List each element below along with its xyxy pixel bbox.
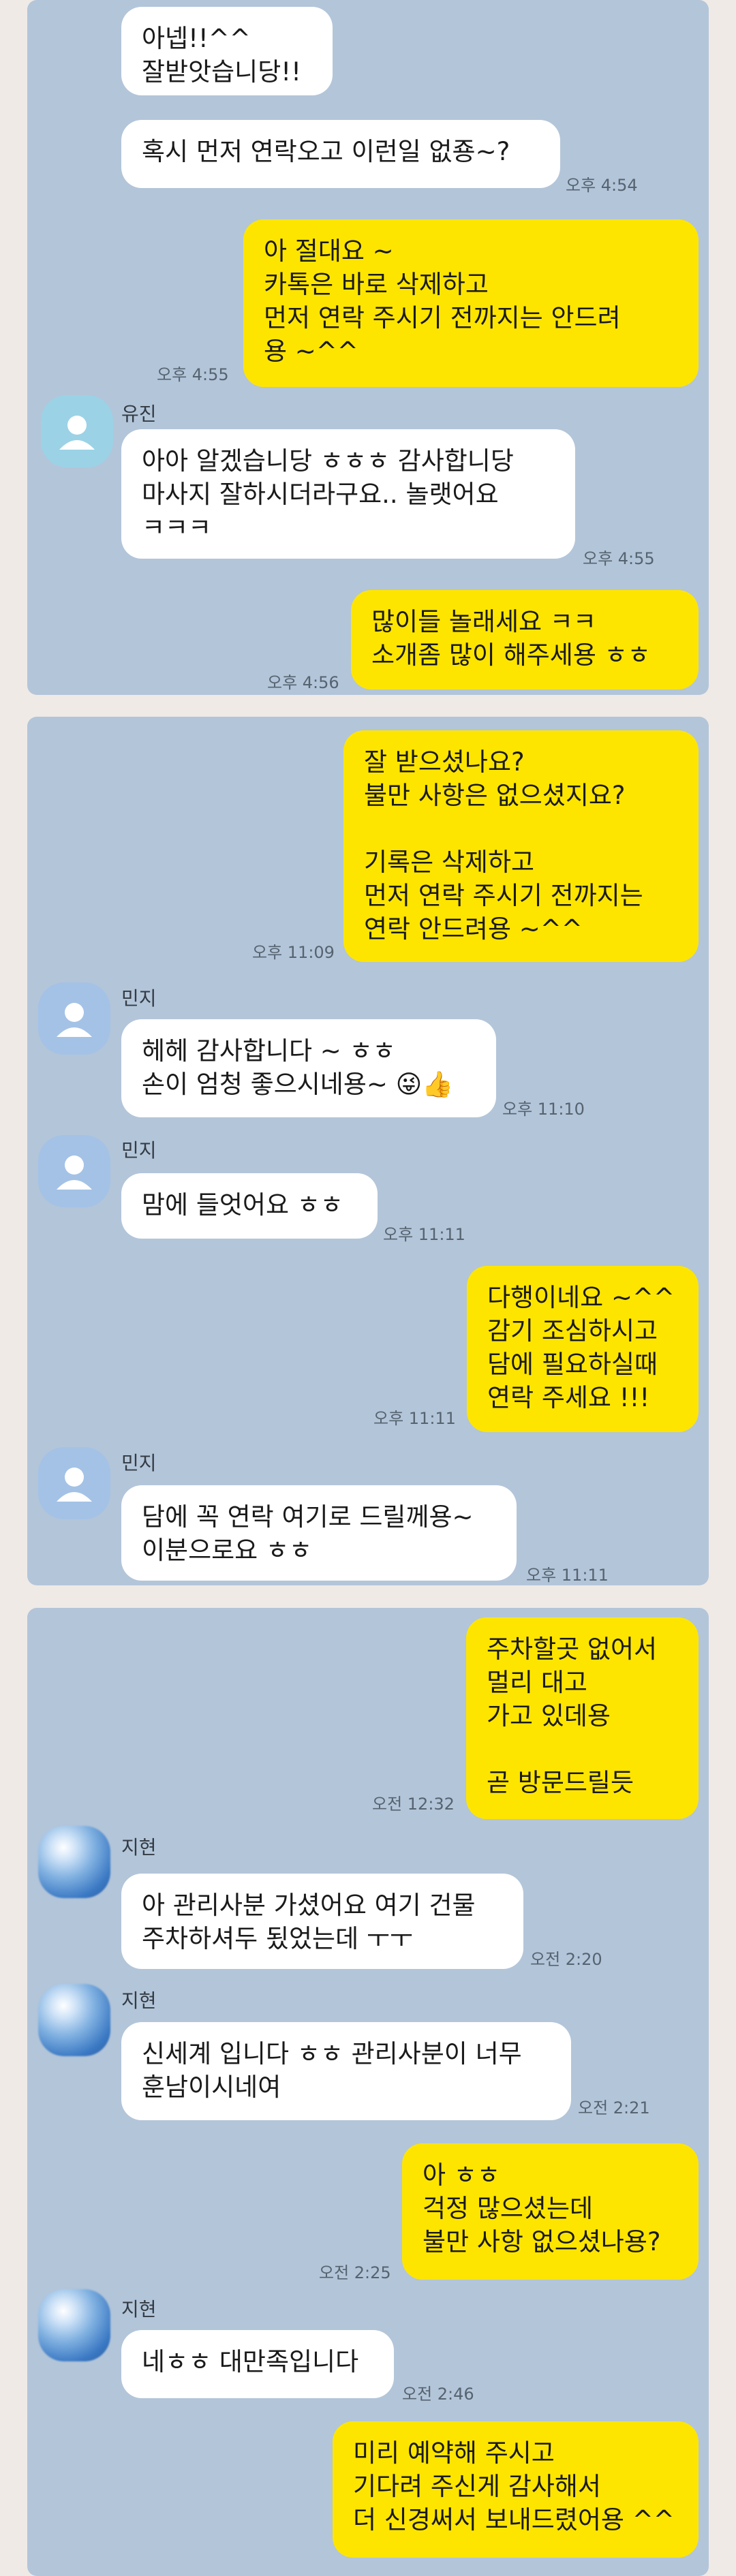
sender-name: 지현 xyxy=(121,1836,157,1859)
message-timestamp: 오후 4:54 xyxy=(566,176,638,195)
message-bubble[interactable]: 주차할곳 없어서 멀리 대고 가고 있데용 곧 방문드릴듯 xyxy=(466,1617,699,1819)
avatar[interactable] xyxy=(38,1135,110,1207)
user-silhouette-icon xyxy=(57,1155,92,1190)
sender-name: 민지 xyxy=(121,1452,157,1474)
message-timestamp: 오후 11:11 xyxy=(373,1409,456,1428)
message-bubble[interactable]: 많이들 놀래세요 ㅋㅋ 소개좀 많이 해주세용 ㅎㅎ xyxy=(351,590,699,689)
message-timestamp: 오후 11:09 xyxy=(252,943,335,962)
message-timestamp: 오전 12:32 xyxy=(372,1795,455,1814)
message-timestamp: 오후 11:11 xyxy=(383,1225,465,1244)
sender-name: 유진 xyxy=(121,403,157,425)
chat-panel-1: 아넵!!^^ 잘받앗습니당!! 혹시 먼저 연락오고 이런일 없죵~? 오후 4… xyxy=(27,0,709,695)
message-bubble[interactable]: 네ㅎㅎ 대만족입니다 xyxy=(121,2330,394,2398)
chat-panel-3: 주차할곳 없어서 멀리 대고 가고 있데용 곧 방문드릴듯 오전 12:32 지… xyxy=(27,1608,709,2576)
message-timestamp: 오후 11:11 xyxy=(526,1566,609,1585)
message-timestamp: 오전 2:25 xyxy=(319,2263,391,2282)
message-bubble[interactable]: 미리 예약해 주시고 기다려 주신게 감사해서 더 신경써서 보내드렸어용 ^^ xyxy=(333,2421,699,2558)
message-bubble[interactable]: 잘 받으셨나요? 불만 사항은 없으셨지요? 기록은 삭제하고 먼저 연락 주시… xyxy=(343,730,699,962)
avatar[interactable] xyxy=(38,982,110,1055)
avatar[interactable] xyxy=(41,395,113,467)
message-timestamp: 오후 11:10 xyxy=(502,1100,585,1119)
message-timestamp: 오전 2:21 xyxy=(578,2098,650,2117)
user-silhouette-icon xyxy=(57,1468,92,1502)
message-bubble[interactable]: 아 절대요 ~ 카톡은 바로 삭제하고 먼저 연락 주시기 전까지는 안드려 용… xyxy=(243,219,699,387)
avatar[interactable] xyxy=(38,1826,110,1898)
avatar[interactable] xyxy=(38,1984,110,2056)
message-bubble[interactable]: 혹시 먼저 연락오고 이런일 없죵~? xyxy=(121,120,560,188)
message-bubble[interactable]: 아아 알겠습니당 ㅎㅎㅎ 감사합니당 마사지 잘하시더라구요.. 놀랫어요 ㅋㅋ… xyxy=(121,429,575,559)
user-silhouette-icon xyxy=(59,416,95,450)
message-timestamp: 오후 4:56 xyxy=(267,673,339,692)
message-timestamp: 오전 2:20 xyxy=(530,1950,602,1969)
message-bubble[interactable]: 아넵!!^^ 잘받앗습니당!! xyxy=(121,7,333,95)
message-bubble[interactable]: 아 관리사분 가셨어요 여기 건물 주차하셔두 됬었는데 ㅜㅜ xyxy=(121,1874,523,1969)
user-silhouette-icon xyxy=(57,1003,92,1037)
avatar[interactable] xyxy=(38,2289,110,2361)
sender-name: 지현 xyxy=(121,2298,157,2321)
message-bubble[interactable]: 맘에 들엇어요 ㅎㅎ xyxy=(121,1173,378,1239)
sender-name: 민지 xyxy=(121,1139,157,1162)
chat-panel-2: 잘 받으셨나요? 불만 사항은 없으셨지요? 기록은 삭제하고 먼저 연락 주시… xyxy=(27,717,709,1585)
sender-name: 민지 xyxy=(121,987,157,1010)
message-timestamp: 오전 2:46 xyxy=(402,2385,474,2404)
message-bubble[interactable]: 다행이네요 ~^^ 감기 조심하시고 담에 필요하실때 연락 주세요 !!! xyxy=(467,1266,699,1432)
sender-name: 지현 xyxy=(121,1989,157,2012)
avatar[interactable] xyxy=(38,1447,110,1519)
message-bubble[interactable]: 헤헤 감사합니다 ~ ㅎㅎ 손이 엄청 좋으시네용~ 😜👍 xyxy=(121,1019,496,1117)
message-timestamp: 오후 4:55 xyxy=(157,365,229,384)
message-bubble[interactable]: 담에 꼭 연락 여기로 드릴께용~ 이분으로요 ㅎㅎ xyxy=(121,1485,517,1581)
message-bubble[interactable]: 아 ㅎㅎ 걱정 많으셨는데 불만 사항 없으셨나용? xyxy=(402,2143,699,2280)
message-timestamp: 오후 4:55 xyxy=(583,549,655,568)
message-bubble[interactable]: 신세계 입니다 ㅎㅎ 관리사분이 너무 훈남이시네여 xyxy=(121,2022,571,2120)
